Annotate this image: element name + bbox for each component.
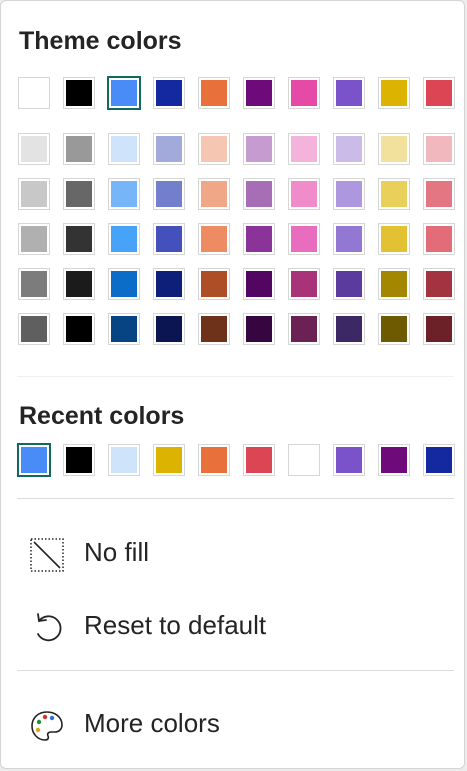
recent-color-swatch[interactable] <box>378 444 410 476</box>
theme-shade-swatch[interactable] <box>288 268 320 300</box>
theme-shade-swatch[interactable] <box>18 133 50 165</box>
theme-shade-swatch[interactable] <box>18 178 50 210</box>
theme-shade-swatch[interactable] <box>288 178 320 210</box>
theme-shade-swatch[interactable] <box>108 313 140 345</box>
theme-shade-swatch[interactable] <box>333 223 365 255</box>
theme-shade-swatch[interactable] <box>288 313 320 345</box>
reset-to-default-button[interactable]: Reset to default <box>19 599 448 651</box>
recent-color-swatch[interactable] <box>63 444 95 476</box>
theme-color-swatch[interactable] <box>378 77 410 109</box>
theme-shade-swatch[interactable] <box>423 223 455 255</box>
theme-shade-swatch[interactable] <box>378 178 410 210</box>
recent-color-swatch[interactable] <box>288 444 320 476</box>
divider <box>17 498 454 499</box>
theme-shade-swatch[interactable] <box>108 223 140 255</box>
theme-shade-swatch[interactable] <box>108 133 140 165</box>
theme-shade-swatch[interactable] <box>378 268 410 300</box>
theme-color-swatch[interactable] <box>63 77 95 109</box>
more-colors-label: More colors <box>84 708 220 738</box>
no-fill-label: No fill <box>84 537 150 567</box>
theme-shade-swatch[interactable] <box>153 223 185 255</box>
theme-shade-swatch[interactable] <box>243 313 275 345</box>
theme-shade-swatch[interactable] <box>153 268 185 300</box>
recent-color-swatch[interactable] <box>333 444 365 476</box>
theme-shade-swatch[interactable] <box>288 223 320 255</box>
divider <box>17 670 454 671</box>
theme-color-swatch[interactable] <box>107 76 141 110</box>
theme-shade-swatch[interactable] <box>63 313 95 345</box>
theme-shade-swatch[interactable] <box>198 223 230 255</box>
theme-shade-swatch[interactable] <box>108 268 140 300</box>
theme-shade-swatch[interactable] <box>333 313 365 345</box>
theme-shade-swatch[interactable] <box>423 313 455 345</box>
theme-shade-swatch[interactable] <box>18 268 50 300</box>
theme-shade-swatch[interactable] <box>63 268 95 300</box>
no-fill-icon <box>29 537 65 573</box>
theme-shade-swatch[interactable] <box>18 313 50 345</box>
theme-shade-swatch[interactable] <box>63 133 95 165</box>
theme-shade-swatch[interactable] <box>243 223 275 255</box>
reset-label: Reset to default <box>84 610 267 640</box>
more-colors-button[interactable]: More colors <box>19 697 448 749</box>
theme-color-swatch[interactable] <box>333 77 365 109</box>
theme-shade-swatch[interactable] <box>198 133 230 165</box>
theme-shade-swatch[interactable] <box>333 133 365 165</box>
theme-shade-swatch[interactable] <box>108 178 140 210</box>
theme-shade-swatch[interactable] <box>333 268 365 300</box>
recent-color-swatch[interactable] <box>243 444 275 476</box>
theme-colors-heading: Theme colors <box>19 27 182 55</box>
theme-shade-swatch[interactable] <box>198 313 230 345</box>
theme-color-swatch[interactable] <box>153 77 185 109</box>
theme-color-swatch[interactable] <box>288 77 320 109</box>
recent-colors-heading: Recent colors <box>19 402 185 430</box>
recent-color-swatch[interactable] <box>108 444 140 476</box>
divider <box>17 376 454 377</box>
theme-shade-swatch[interactable] <box>153 133 185 165</box>
theme-shade-swatch[interactable] <box>18 223 50 255</box>
theme-shade-swatch[interactable] <box>378 133 410 165</box>
theme-shade-swatch[interactable] <box>378 313 410 345</box>
theme-shade-swatch[interactable] <box>63 178 95 210</box>
theme-color-swatch[interactable] <box>423 77 455 109</box>
theme-shade-swatch[interactable] <box>378 223 410 255</box>
no-fill-button[interactable]: No fill <box>19 526 448 578</box>
reset-arrow-icon <box>29 610 65 646</box>
theme-shade-swatch[interactable] <box>198 178 230 210</box>
theme-shade-swatch[interactable] <box>153 313 185 345</box>
theme-shade-swatch[interactable] <box>333 178 365 210</box>
theme-shade-swatch[interactable] <box>423 178 455 210</box>
color-picker-panel: Theme colors Recent colors No fill Reset… <box>0 0 465 769</box>
theme-shade-swatch[interactable] <box>153 178 185 210</box>
palette-icon <box>29 708 65 744</box>
theme-color-swatch[interactable] <box>198 77 230 109</box>
recent-color-swatch[interactable] <box>198 444 230 476</box>
theme-shade-swatch[interactable] <box>243 178 275 210</box>
theme-shade-swatch[interactable] <box>63 223 95 255</box>
theme-shade-swatch[interactable] <box>243 268 275 300</box>
theme-color-swatch[interactable] <box>243 77 275 109</box>
theme-color-swatch[interactable] <box>18 77 50 109</box>
theme-shade-swatch[interactable] <box>423 268 455 300</box>
recent-color-swatch[interactable] <box>423 444 455 476</box>
theme-shade-swatch[interactable] <box>423 133 455 165</box>
theme-shade-swatch[interactable] <box>288 133 320 165</box>
recent-color-swatch[interactable] <box>153 444 185 476</box>
recent-color-swatch[interactable] <box>17 443 51 477</box>
theme-shade-swatch[interactable] <box>243 133 275 165</box>
theme-shade-swatch[interactable] <box>198 268 230 300</box>
